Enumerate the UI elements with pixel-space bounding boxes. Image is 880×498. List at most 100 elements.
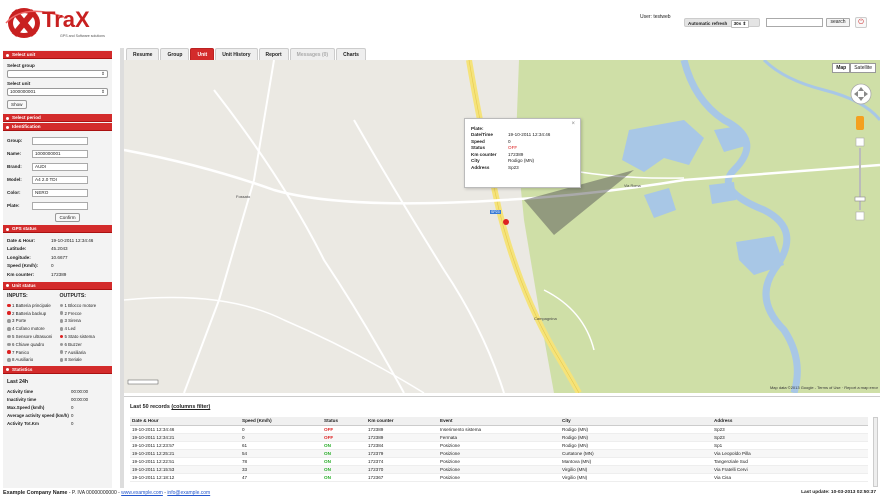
email-link[interactable]: info@example.com bbox=[167, 490, 210, 496]
table-cell: Sp23 bbox=[712, 425, 868, 434]
input-item: 2 Batteria backup bbox=[7, 309, 60, 317]
table-row[interactable]: 19-10-2011 12:25:21 54 ON 172379 Posizione Cu… bbox=[130, 449, 868, 458]
select-group-dropdown[interactable]: ⇕ bbox=[7, 70, 108, 78]
tab-resume[interactable]: Resume bbox=[126, 48, 160, 60]
select-group-label: Select group bbox=[7, 63, 35, 68]
io-label: 2 Frecce bbox=[64, 310, 82, 316]
io-label: 1 Blocco motore bbox=[64, 302, 97, 308]
table-scrollbar[interactable] bbox=[873, 417, 878, 487]
auto-refresh-control[interactable]: Automatic refresh 30s ⇕ bbox=[684, 18, 760, 28]
tab-report[interactable]: Report bbox=[258, 48, 289, 60]
columns-filter-link[interactable]: (columns filter) bbox=[171, 404, 210, 410]
table-row[interactable]: 19-10-2011 12:34:21 0 OFF 172389 Fermata Rodi… bbox=[130, 433, 868, 442]
column-header[interactable]: Speed (Km/h) bbox=[240, 417, 322, 426]
select-unit-dropdown[interactable]: 1000000001 ⇕ bbox=[7, 88, 108, 96]
stat-key: Max.Speed (km/h) bbox=[7, 405, 45, 411]
table-cell: ON bbox=[322, 473, 366, 482]
map-attribution[interactable]: Map data ©2013 Google - Terms of Use · R… bbox=[770, 385, 878, 390]
website-link[interactable]: www.example.com bbox=[121, 490, 163, 496]
section-statistics[interactable]: Statistics bbox=[3, 365, 112, 374]
gps-value: 0 bbox=[51, 263, 54, 269]
column-header[interactable]: City bbox=[560, 417, 712, 426]
table-row[interactable]: 19-10-2011 12:15:53 33 ON 172370 Posizione Vi… bbox=[130, 465, 868, 474]
table-cell: Via Leopoldo Pilla bbox=[712, 449, 868, 458]
table-cell: 61 bbox=[240, 441, 322, 450]
stat-row: Activity time 00:00:00 bbox=[3, 388, 112, 396]
column-header[interactable]: Event bbox=[438, 417, 560, 426]
inputs-column: INPUTS: 1 Batteria principale 2 Batteria … bbox=[7, 290, 60, 364]
map-label-sp23: SP23 bbox=[490, 210, 501, 214]
status-dot-icon bbox=[7, 303, 11, 308]
close-icon[interactable]: × bbox=[571, 121, 575, 127]
gps-value: 172389 bbox=[51, 271, 67, 277]
io-label: 3 Porte bbox=[12, 318, 27, 324]
ident-name-field[interactable]: 1000000001 bbox=[32, 149, 88, 158]
power-icon[interactable]: ⏻ bbox=[855, 17, 867, 28]
section-select-period[interactable]: Select period bbox=[3, 114, 112, 122]
table-row[interactable]: 19-10-2011 12:23:57 61 ON 172384 Posizione Ro… bbox=[130, 441, 868, 450]
map-type-map-button[interactable]: Map bbox=[832, 63, 851, 73]
tab-messages-0[interactable]: Messages (0) bbox=[289, 48, 336, 60]
table-cell: ON bbox=[322, 449, 366, 458]
last-update: Last update: 10-03-2013 02:50:37 bbox=[801, 490, 876, 495]
popup-key: City bbox=[471, 158, 480, 164]
search-input[interactable] bbox=[766, 18, 823, 27]
auto-refresh-select[interactable]: 30s ⇕ bbox=[730, 20, 750, 28]
stat-key: Activity Tot.Km bbox=[7, 421, 39, 427]
trax-logo[interactable]: TraX GPS and Software solutions bbox=[4, 3, 124, 43]
column-header[interactable]: Address bbox=[712, 417, 868, 426]
output-item: 7 Ausiliaria bbox=[59, 348, 113, 356]
tab-unit-history[interactable]: Unit History bbox=[215, 48, 258, 60]
chevron-updown-icon: ⇕ bbox=[101, 71, 105, 76]
io-label: 7 Panico bbox=[12, 349, 30, 355]
gps-row: Latitude: 45.2043 bbox=[3, 245, 112, 254]
section-identification[interactable]: Identification bbox=[3, 123, 112, 131]
table-cell: OFF bbox=[322, 433, 366, 442]
table-cell: Virgilio (MN) bbox=[560, 465, 712, 474]
section-select-unit[interactable]: Select unit bbox=[3, 51, 112, 59]
ident-row: Model: A4 2.0 TDI bbox=[3, 173, 112, 186]
section-unit-status[interactable]: Unit status bbox=[3, 281, 112, 290]
io-label: 8 Ausiliario bbox=[12, 357, 34, 363]
ident-model-field[interactable]: A4 2.0 TDI bbox=[32, 175, 88, 184]
section-gps-status[interactable]: GPS status bbox=[3, 225, 112, 233]
map-type-satellite-button[interactable]: Satellite bbox=[850, 63, 876, 73]
column-header[interactable]: Status bbox=[322, 417, 366, 426]
logo-tagline: GPS and Software solutions bbox=[60, 34, 105, 38]
search-button[interactable]: search bbox=[826, 18, 850, 27]
table-cell: 54 bbox=[240, 449, 322, 458]
tab-charts[interactable]: Charts bbox=[336, 48, 366, 60]
tab-unit[interactable]: Unit bbox=[190, 48, 215, 60]
input-item: 5 Sensore ultrasuoni bbox=[7, 333, 60, 341]
table-body: 19-10-2011 12:34:46 0 OFF 172389 Inserimento… bbox=[130, 425, 868, 482]
ident-brand-field[interactable]: AUDI bbox=[32, 162, 88, 171]
stat-row: Average activity speed (km/h) 0 bbox=[3, 412, 112, 420]
table-cell: Fermata bbox=[438, 433, 560, 442]
table-cell: 19-10-2011 12:15:53 bbox=[130, 465, 240, 474]
input-item: 7 Panico bbox=[7, 348, 60, 356]
select-unit-label: Select unit bbox=[7, 81, 31, 86]
show-button[interactable]: Show bbox=[7, 100, 27, 109]
table-cell: 78 bbox=[240, 457, 322, 466]
map-view[interactable]: Fossato Campagnina SP23 Via Roma Map Sat… bbox=[124, 60, 880, 393]
table-row[interactable]: 19-10-2011 12:34:46 0 OFF 172389 Inserimento… bbox=[130, 425, 868, 434]
map-label-campagnina: Campagnina bbox=[534, 316, 557, 321]
io-label: 4 Led bbox=[64, 326, 76, 332]
column-header[interactable]: Km counter bbox=[366, 417, 438, 426]
column-header[interactable]: Date & Hour bbox=[130, 417, 240, 426]
confirm-button[interactable]: Confirm bbox=[55, 213, 80, 222]
ident-plate-field[interactable] bbox=[32, 201, 88, 210]
table-cell: Mantova (MN) bbox=[560, 457, 712, 466]
stat-row: Inactivity time 00:00:00 bbox=[3, 396, 112, 404]
ident-group-field[interactable] bbox=[32, 136, 88, 145]
ident-color-field[interactable]: NERO bbox=[32, 188, 88, 197]
gps-row: Date & Hour: 19-10-2011 12:34:46 bbox=[3, 236, 112, 245]
output-item: 6 Buzzer bbox=[59, 340, 113, 348]
table-row[interactable]: 19-10-2011 12:22:51 78 ON 172374 Posizione Ma… bbox=[130, 457, 868, 466]
table-row[interactable]: 19-10-2011 12:18:12 47 ON 172367 Posizione Vi… bbox=[130, 473, 868, 482]
input-item: 6 Chiave quadro bbox=[7, 340, 60, 348]
tab-group[interactable]: Group bbox=[160, 48, 190, 60]
status-dot-icon bbox=[7, 311, 11, 315]
ident-key: Plate: bbox=[7, 203, 20, 208]
io-label: 1 Batteria principale bbox=[12, 302, 51, 308]
